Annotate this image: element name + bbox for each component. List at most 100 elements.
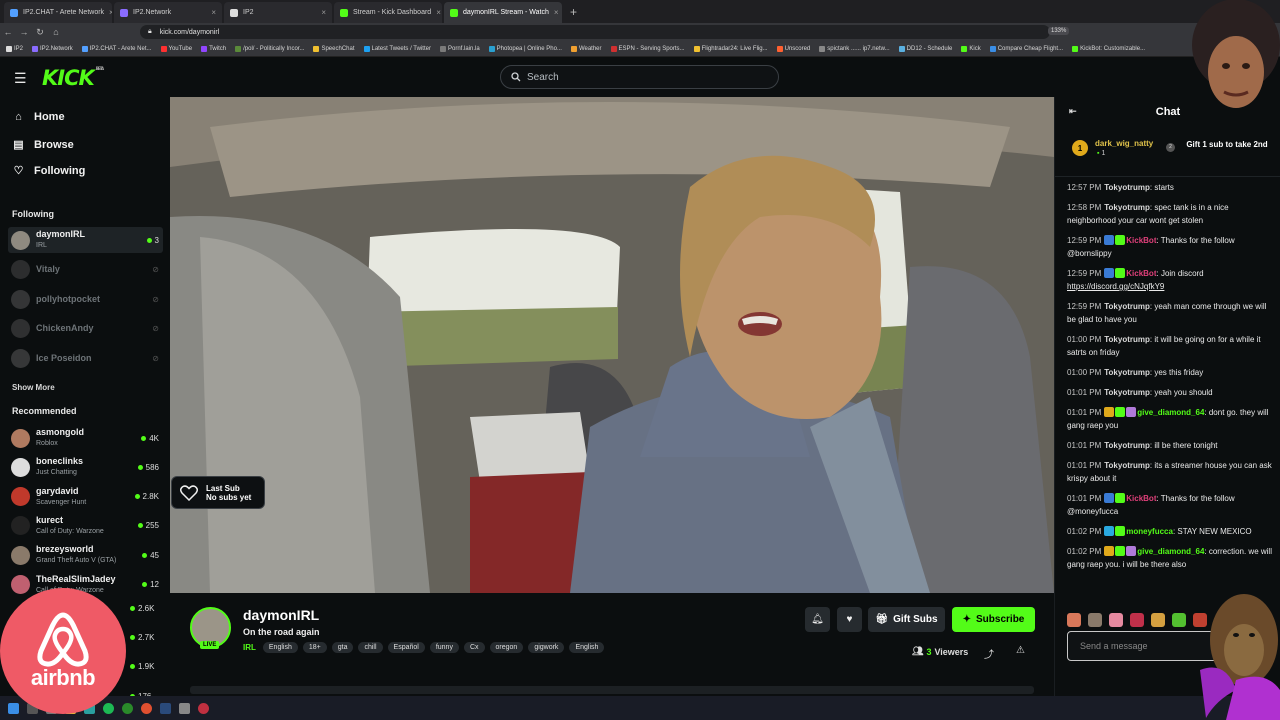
emote-icon[interactable]: [1151, 613, 1165, 627]
emote-icon[interactable]: [1067, 613, 1081, 627]
nav-following[interactable]: ♡ Following: [12, 164, 86, 178]
sidebar-channel-ice-poseidon[interactable]: Ice Poseidon ⊘: [8, 345, 163, 371]
share-icon[interactable]: ⤴: [984, 646, 994, 661]
browser-tab[interactable]: IP2.Network ×: [114, 2, 222, 23]
bookmark-item[interactable]: IP2.CHAT - Arete Net...: [81, 45, 152, 52]
follow-button[interactable]: ♥: [837, 607, 862, 632]
bookmark-item[interactable]: Compare Cheap Flight...: [989, 45, 1063, 52]
app-icon[interactable]: [198, 702, 209, 714]
windows-start-icon[interactable]: [8, 702, 19, 714]
back-icon[interactable]: ←: [0, 27, 16, 37]
bookmark-item[interactable]: KickBot: Customizable...: [1072, 45, 1145, 52]
close-tab-icon[interactable]: ×: [436, 8, 441, 17]
message-link[interactable]: https://discord.gg/cNJqfkY9: [1067, 282, 1164, 291]
bookmark-item[interactable]: Flightradar24: Live Flig...: [693, 45, 768, 52]
message-username[interactable]: KickBot: [1126, 236, 1156, 245]
browser-tab[interactable]: IP2 ×: [224, 2, 332, 23]
sidebar-channel-daymonirl[interactable]: daymonIRL IRL 3: [8, 227, 163, 253]
emote-icon[interactable]: [1088, 613, 1102, 627]
stream-tag[interactable]: English: [262, 642, 298, 653]
close-tab-icon[interactable]: ×: [554, 8, 559, 17]
stream-tag[interactable]: English: [569, 642, 605, 653]
stream-tag[interactable]: 18+: [302, 642, 327, 653]
close-tab-icon[interactable]: ×: [321, 8, 326, 17]
close-tab-icon[interactable]: ×: [211, 8, 216, 17]
emote-icon[interactable]: [1109, 613, 1123, 627]
browser-icon[interactable]: [141, 702, 152, 714]
emote-icon[interactable]: [1130, 613, 1144, 627]
bookmark-item[interactable]: Photopea | Online Pho...: [488, 45, 562, 52]
new-tab-button[interactable]: +: [564, 2, 583, 23]
report-icon[interactable]: ⚠: [1016, 645, 1025, 656]
bookmark-item[interactable]: /pol/ - Politically Incor...: [235, 45, 304, 52]
steam-icon[interactable]: [160, 702, 171, 714]
nav-home[interactable]: ⌂ Home: [12, 111, 64, 123]
home-browser-icon[interactable]: ⌂: [48, 27, 64, 37]
sidebar-channel-garydavid[interactable]: garydavid Scavenger Hunt 2.8K: [8, 484, 163, 510]
message-username[interactable]: give_diamond_64: [1137, 547, 1204, 556]
sidebar-channel-brezeysworld[interactable]: brezeysworld Grand Theft Auto V (GTA) 45: [8, 542, 163, 568]
stream-tag[interactable]: chill: [358, 642, 383, 653]
search-input[interactable]: Search: [500, 65, 779, 89]
browser-tab-active[interactable]: daymonIRL Stream - Watch ×: [444, 2, 562, 23]
bookmark-item[interactable]: Unscored: [776, 45, 810, 52]
stream-tag[interactable]: gta: [331, 642, 354, 653]
sidebar-channel-vitaly[interactable]: Vitaly ⊘: [8, 257, 163, 283]
show-more-button[interactable]: Show More: [12, 383, 55, 392]
emote-icon[interactable]: [1172, 613, 1186, 627]
kick-logo[interactable]: KICK BETA: [42, 66, 104, 90]
notification-bell-button[interactable]: 🔔︎: [805, 607, 830, 632]
bookmark-item[interactable]: ESPN - Serving Sports...: [610, 45, 685, 52]
bookmark-item[interactable]: SpeechChat: [313, 45, 355, 52]
reload-icon[interactable]: ↻: [32, 27, 48, 38]
streamer-name[interactable]: daymonIRL: [243, 607, 319, 623]
stream-tag[interactable]: funny: [429, 642, 459, 653]
url-field[interactable]: 🔒︎ kick.com/daymonirl: [140, 25, 1050, 39]
sidebar-channel-kurect[interactable]: kurect Call of Duty: Warzone 255: [8, 513, 163, 539]
bookmark-item[interactable]: IP2: [6, 45, 23, 52]
message-username[interactable]: Tokyotrump: [1104, 183, 1150, 192]
leaderboard-user[interactable]: dark_wig_natty: [1095, 139, 1153, 148]
bookmark-item[interactable]: Weather: [570, 45, 602, 52]
message-username[interactable]: Tokyotrump: [1104, 335, 1150, 344]
close-tab-icon[interactable]: ×: [109, 8, 112, 17]
message-username[interactable]: Tokyotrump: [1104, 203, 1150, 212]
sidebar-channel-chickenandy[interactable]: ChickenAndy ⊘: [8, 316, 163, 342]
hamburger-menu-icon[interactable]: ☰: [14, 70, 27, 87]
settings-icon[interactable]: [179, 702, 190, 714]
xbox-icon[interactable]: [122, 702, 133, 714]
category-link[interactable]: IRL: [243, 643, 256, 652]
gift-subs-button[interactable]: 🎁︎ Gift Subs: [868, 607, 945, 632]
message-username[interactable]: Tokyotrump: [1104, 368, 1150, 377]
subscribe-button[interactable]: ✦ Subscribe: [952, 607, 1035, 632]
sidebar-channel-pollyhotpocket[interactable]: pollyhotpocket ⊘: [8, 286, 163, 312]
sidebar-channel-boneclinks[interactable]: boneclinks Just Chatting 586: [8, 454, 163, 480]
stream-tag[interactable]: oregon: [489, 642, 524, 653]
browser-tab[interactable]: Stream - Kick Dashboard ×: [334, 2, 442, 23]
message-username[interactable]: KickBot: [1126, 269, 1156, 278]
message-username[interactable]: Tokyotrump: [1104, 388, 1150, 397]
forward-icon[interactable]: →: [16, 27, 32, 37]
stream-tag[interactable]: gigwork: [528, 642, 565, 653]
bookmark-item[interactable]: Pornf.lain.la: [439, 45, 480, 52]
gift-prompt[interactable]: Gift 1 sub to take 2nd: [1185, 140, 1269, 149]
bookmark-item[interactable]: Kick: [961, 45, 981, 52]
message-username[interactable]: KickBot: [1126, 494, 1156, 503]
bookmark-item[interactable]: Latest Tweets / Twitter: [363, 45, 431, 52]
message-username[interactable]: Tokyotrump: [1104, 441, 1150, 450]
bookmark-item[interactable]: IP2.Network: [32, 45, 73, 52]
bookmark-item[interactable]: spictank ...... ip7.netw...: [819, 45, 890, 52]
stream-tag[interactable]: Cx: [463, 642, 485, 653]
stream-tag[interactable]: Español: [387, 642, 425, 653]
zoom-level[interactable]: 133%: [1048, 27, 1070, 35]
bookmark-item[interactable]: Twitch: [201, 45, 226, 52]
spotify-icon[interactable]: [103, 702, 114, 714]
bookmark-item[interactable]: DD12 - Schedule: [898, 45, 952, 52]
collapse-chat-icon[interactable]: ⇤: [1069, 106, 1077, 117]
nav-browse[interactable]: ▤ Browse: [12, 138, 73, 152]
message-username[interactable]: moneyfucca: [1126, 527, 1173, 536]
video-player[interactable]: [170, 97, 1054, 593]
browser-tab[interactable]: IP2.CHAT - Arete Network ×: [4, 2, 112, 23]
message-username[interactable]: give_diamond_64: [1137, 408, 1204, 417]
sidebar-channel-asmongold[interactable]: asmongold Roblox 4K: [8, 425, 163, 451]
